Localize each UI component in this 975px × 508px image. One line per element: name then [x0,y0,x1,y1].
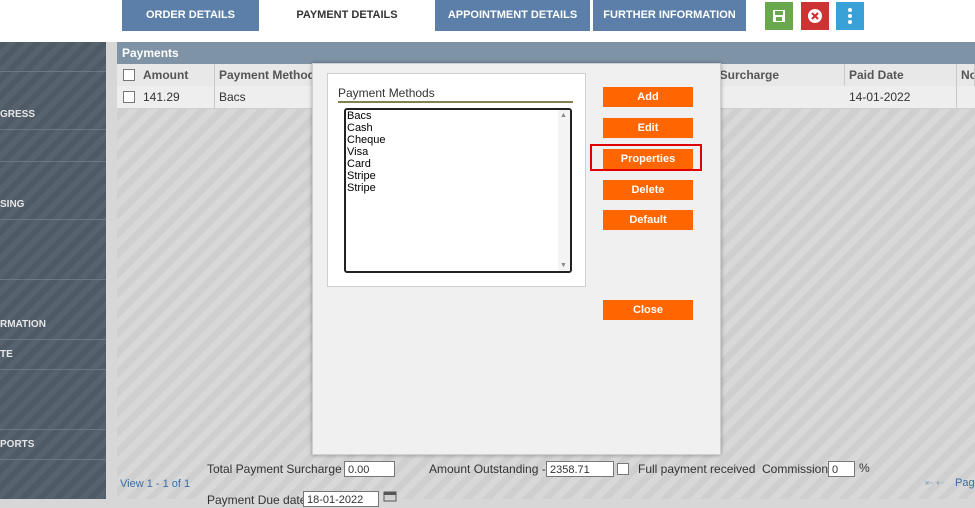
tab-order-details[interactable]: ORDER DETAILS [122,0,259,31]
title-underline [338,101,573,103]
pager-first-prev-icons[interactable]: ⇤ ⇠ [925,478,945,489]
commission-field[interactable]: 0 [828,461,855,477]
tab-appointment-details[interactable]: APPOINTMENT DETAILS [435,0,590,31]
sidebar-item-blank-4[interactable] [0,400,106,430]
sidebar-item-reports[interactable]: PORTS [0,430,106,460]
sidebar-item-label: TE [0,349,13,360]
scroll-up-icon[interactable]: ▲ [560,112,567,119]
cancel-button[interactable] [801,2,829,30]
listbox-scrollbar[interactable]: ▲ ▼ [558,110,570,271]
column-header-notes[interactable]: No [957,64,975,86]
more-options-button[interactable] [836,2,864,30]
sidebar-item-te[interactable]: TE [0,340,106,370]
column-header-amount[interactable]: Amount [139,64,215,86]
calendar-icon[interactable] [383,490,397,505]
list-item[interactable]: Card [346,158,570,170]
edit-button[interactable]: Edit [603,118,693,138]
total-surcharge-field[interactable]: 0.00 [344,461,395,477]
cell-amount: 141.29 [139,86,215,108]
add-button[interactable]: Add [603,87,693,107]
top-tab-bar: ORDER DETAILS PAYMENT DETAILS APPOINTMEN… [0,0,975,42]
close-icon [807,9,823,27]
payment-methods-dialog: Payment Methods Bacs Cash Cheque Visa Ca… [312,63,721,455]
payments-panel-title: Payments [117,42,975,64]
full-payment-label: Full payment received [638,462,756,476]
kebab-menu-icon [847,8,853,28]
amount-outstanding-label: Amount Outstanding - [429,462,546,476]
sidebar-item-label: SING [0,199,25,210]
payment-methods-title: Payment Methods [338,86,435,100]
delete-button[interactable]: Delete [603,180,693,200]
properties-button[interactable]: Properties [603,149,693,169]
sidebar-item-processing[interactable]: SING [0,190,106,220]
column-header-paid-date[interactable]: Paid Date [845,64,957,86]
payment-methods-group: Payment Methods Bacs Cash Cheque Visa Ca… [327,73,586,287]
sidebar-item-blank-2[interactable] [0,132,106,162]
scroll-down-icon[interactable]: ▼ [560,262,567,269]
row-checkbox[interactable] [123,91,135,103]
save-icon [772,10,786,26]
list-item[interactable]: Visa [346,146,570,158]
payment-methods-listbox[interactable]: Bacs Cash Cheque Visa Card Stripe Stripe… [344,108,572,273]
sidebar-item-blank-3[interactable] [0,250,106,280]
full-payment-checkbox[interactable] [617,463,629,475]
list-item[interactable]: Stripe [346,170,570,182]
sidebar-item-label: PORTS [0,439,35,450]
amount-outstanding-field[interactable]: 2358.71 [546,461,614,477]
sidebar: GRESS SING RMATION TE PORTS [0,42,106,499]
sidebar-item-label: GRESS [0,109,36,120]
due-date-label: Payment Due date [207,493,307,507]
sidebar-item-information[interactable]: RMATION [0,310,106,340]
list-item[interactable]: Cash [346,122,570,134]
sidebar-item-progress[interactable]: GRESS [0,100,106,130]
total-surcharge-label: Total Payment Surcharge - [207,462,350,476]
default-button[interactable]: Default [603,210,693,230]
pager-page-label: Page [955,477,975,489]
list-item[interactable]: Stripe [346,182,570,194]
save-button[interactable] [765,2,793,30]
list-item[interactable]: Cheque [346,134,570,146]
tab-further-information[interactable]: FURTHER INFORMATION [593,0,746,31]
view-count: View 1 - 1 of 1 [120,478,191,490]
due-date-field[interactable]: 18-01-2022 [303,491,379,507]
sidebar-item-label: RMATION [0,319,46,330]
tab-payment-details[interactable]: PAYMENT DETAILS [262,0,432,31]
sidebar-item-blank-1[interactable] [0,42,106,72]
close-button[interactable]: Close [603,300,693,320]
commission-label: Commission [762,462,829,476]
select-all-checkbox[interactable] [123,69,135,81]
column-header-surcharge[interactable]: d Surcharge [705,64,845,86]
list-item[interactable]: Bacs [346,110,570,122]
cell-paid-date: 14-01-2022 [845,86,957,108]
percent-sign: % [859,461,870,475]
